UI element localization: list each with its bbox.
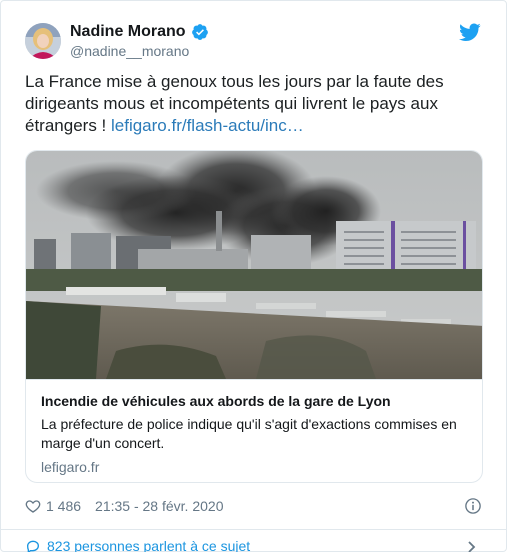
like-count[interactable]: 1 486 [46,498,81,514]
card-domain: lefigaro.fr [41,459,100,475]
conversation-label: 823 personnes parlent à ce sujet [47,538,251,552]
chevron-right-icon[interactable] [466,541,478,552]
link-card[interactable]: Incendie de véhicules aux abords de la g… [25,150,483,483]
tweet-meta: 1 486 21:35 - 28 févr. 2020 [25,498,223,514]
heart-icon[interactable] [25,498,41,514]
twitter-bird-icon[interactable] [459,21,481,43]
card-description: La préfecture de police indique qu'il s'… [41,416,457,451]
avatar-image [25,23,61,59]
divider [1,529,507,530]
verified-badge-icon [191,24,208,40]
card-title[interactable]: Incendie de véhicules aux abords de la g… [41,392,469,410]
author-name-row: Nadine Morano [70,23,209,41]
card-image [26,151,482,379]
conversation-link[interactable]: 823 personnes parlent à ce sujet [25,538,250,552]
comment-bubble-icon [26,540,40,552]
embedded-tweet: Nadine Morano @nadine__morano La France … [0,0,507,552]
author-handle[interactable]: @nadine__morano [70,43,189,59]
author-display-name[interactable]: Nadine Morano [70,23,186,41]
tweet-text: La France mise à genoux tous les jours p… [25,71,487,137]
tweet-timestamp[interactable]: 21:35 - 28 févr. 2020 [95,498,223,514]
avatar[interactable] [25,23,61,59]
card-body: Incendie de véhicules aux abords de la g… [26,379,482,482]
info-icon[interactable] [464,497,482,515]
tweet-link[interactable]: lefigaro.fr/flash-actu/inc… [111,116,304,135]
